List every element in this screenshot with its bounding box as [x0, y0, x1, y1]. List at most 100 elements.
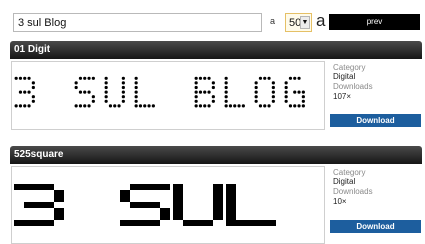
- glyph-pixel: [18, 76, 23, 80]
- glyph-pixel: [14, 104, 18, 108]
- glyph-pixel: [183, 220, 193, 226]
- glyph-pixel: [87, 104, 91, 108]
- glyph-pixel: [104, 99, 108, 103]
- large-size-label: a: [316, 11, 326, 30]
- glyph-pixel: [14, 184, 24, 190]
- glyph-pixel: [254, 99, 258, 103]
- glyph-pixel: [34, 220, 44, 226]
- glyph-pixel: [134, 95, 138, 99]
- glyph-pixel: [54, 196, 64, 202]
- glyph-pixel: [226, 190, 236, 196]
- glyph-pixel: [194, 104, 198, 108]
- glyph-pixel: [104, 81, 108, 85]
- glyph-pixel: [54, 190, 64, 196]
- glyph-pixel: [83, 76, 87, 80]
- preview-text-input[interactable]: [13, 13, 262, 32]
- glyph-pixel: [74, 104, 78, 108]
- font-name-link[interactable]: 01 Digit: [14, 44, 50, 55]
- glyph-pixel: [224, 76, 228, 80]
- chevron-down-icon[interactable]: ▼: [300, 16, 310, 29]
- category-value[interactable]: Digital: [333, 177, 355, 186]
- glyph-pixel: [147, 104, 151, 108]
- glyph-pixel: [228, 104, 233, 108]
- glyph-pixel: [23, 76, 27, 80]
- glyph-pixel: [198, 90, 203, 94]
- glyph-pixel: [143, 104, 147, 108]
- glyph-pixel: [194, 90, 198, 94]
- glyph-pixel: [301, 99, 305, 103]
- glyph-pixel: [226, 208, 236, 214]
- glyph-pixel: [267, 76, 271, 80]
- glyph-pixel: [301, 95, 305, 99]
- glyph-pixel: [293, 104, 297, 108]
- glyph-pixel: [117, 104, 121, 108]
- glyph-pixel: [134, 81, 138, 85]
- font-size-select[interactable]: 50 ▼: [285, 13, 312, 32]
- glyph-pixel: [104, 95, 108, 99]
- glyph-pixel: [263, 76, 267, 80]
- glyph-pixel: [121, 90, 125, 94]
- download-button[interactable]: Download: [330, 114, 421, 127]
- category-value[interactable]: Digital: [333, 72, 355, 81]
- downloads-count: 10×: [333, 197, 347, 206]
- glyph-pixel: [254, 95, 258, 99]
- glyph-pixel: [160, 208, 170, 214]
- glyph-pixel: [27, 76, 31, 80]
- preview-button[interactable]: prev: [329, 14, 420, 30]
- glyph-pixel: [207, 104, 211, 108]
- font-card-header: 01 Digit: [10, 41, 422, 59]
- glyph-pixel: [173, 184, 183, 190]
- glyph-pixel: [233, 104, 237, 108]
- glyph-pixel: [120, 220, 130, 226]
- glyph-pixel: [34, 184, 44, 190]
- glyph-pixel: [213, 214, 223, 220]
- downloads-label: Downloads: [333, 82, 373, 91]
- dot-matrix-preview: [14, 76, 305, 108]
- block-pixel-preview: [14, 184, 276, 226]
- glyph-pixel: [226, 214, 236, 220]
- download-button[interactable]: Download: [330, 220, 421, 233]
- glyph-pixel: [120, 196, 130, 202]
- glyph-pixel: [104, 76, 108, 80]
- glyph-pixel: [130, 202, 140, 208]
- glyph-pixel: [246, 220, 256, 226]
- glyph-pixel: [173, 196, 183, 202]
- glyph-pixel: [297, 90, 301, 94]
- glyph-pixel: [74, 85, 78, 90]
- glyph-pixel: [258, 76, 263, 80]
- glyph-pixel: [284, 81, 288, 85]
- glyph-pixel: [121, 95, 125, 99]
- glyph-pixel: [203, 104, 207, 108]
- font-preview-image[interactable]: [11, 61, 325, 130]
- glyph-pixel: [91, 76, 95, 80]
- font-name-link[interactable]: 525square: [14, 149, 63, 160]
- glyph-pixel: [301, 90, 305, 94]
- glyph-pixel: [211, 85, 215, 90]
- glyph-pixel: [284, 95, 288, 99]
- glyph-pixel: [194, 85, 198, 90]
- glyph-pixel: [134, 104, 138, 108]
- glyph-pixel: [198, 104, 203, 108]
- glyph-pixel: [14, 76, 18, 80]
- glyph-pixel: [194, 95, 198, 99]
- glyph-pixel: [160, 214, 170, 220]
- glyph-pixel: [224, 95, 228, 99]
- glyph-pixel: [301, 104, 305, 108]
- glyph-pixel: [44, 202, 54, 208]
- glyph-pixel: [150, 202, 160, 208]
- glyph-pixel: [150, 220, 160, 226]
- glyph-pixel: [31, 99, 35, 103]
- glyph-pixel: [31, 81, 35, 85]
- glyph-pixel: [83, 90, 87, 94]
- glyph-pixel: [297, 76, 301, 80]
- glyph-pixel: [18, 90, 23, 94]
- downloads-label: Downloads: [333, 187, 373, 196]
- glyph-pixel: [284, 90, 288, 94]
- glyph-pixel: [138, 104, 143, 108]
- category-label: Category: [333, 168, 366, 177]
- glyph-pixel: [173, 190, 183, 196]
- glyph-pixel: [213, 202, 223, 208]
- font-preview-image[interactable]: [11, 166, 325, 244]
- glyph-pixel: [284, 99, 288, 103]
- glyph-pixel: [226, 184, 236, 190]
